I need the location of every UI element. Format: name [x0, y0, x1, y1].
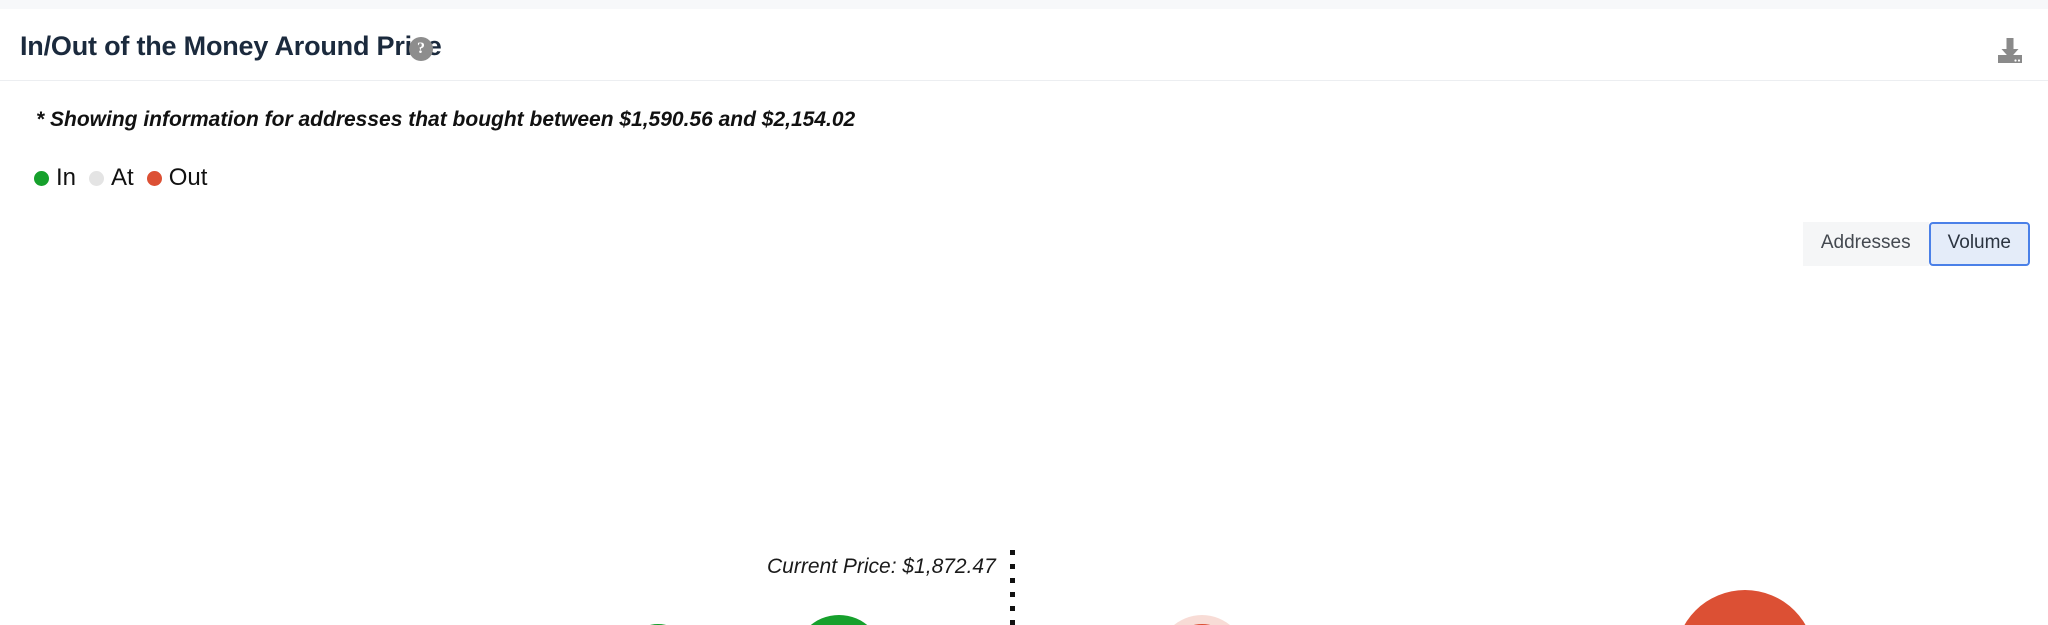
- chart-plot-area: IntoTh Current Price: $1,872.47 $1,590.5…: [0, 260, 2048, 625]
- current-price-divider-line: [1010, 550, 1015, 625]
- in-out-money-chart-widget: In/Out of the Money Around Price ? * Sho…: [0, 0, 2048, 625]
- legend-item-out[interactable]: Out: [147, 166, 208, 190]
- legend-dot-in-icon: [34, 171, 49, 186]
- legend-label-at: At: [111, 166, 134, 190]
- legend-label-out: Out: [169, 166, 208, 190]
- legend-item-at[interactable]: At: [89, 166, 134, 190]
- current-price-annotation: Current Price: $1,872.47: [767, 555, 996, 579]
- widget-header: In/Out of the Money Around Price ?: [0, 9, 2048, 81]
- legend-dot-out-icon: [147, 171, 162, 186]
- chart-legend: In At Out: [34, 166, 207, 190]
- question-mark-circle-icon[interactable]: ?: [409, 37, 433, 61]
- download-icon[interactable]: [1992, 33, 2028, 69]
- chart-subtitle-note: * Showing information for addresses that…: [36, 108, 855, 132]
- legend-dot-at-icon: [89, 171, 104, 186]
- legend-item-in[interactable]: In: [34, 166, 76, 190]
- page-top-strip: [0, 0, 2048, 9]
- bubble-in-4[interactable]: [794, 615, 884, 625]
- legend-label-in: In: [56, 166, 76, 190]
- page-title: In/Out of the Money Around Price: [20, 31, 442, 62]
- bubble-out-9[interactable]: [1675, 590, 1815, 625]
